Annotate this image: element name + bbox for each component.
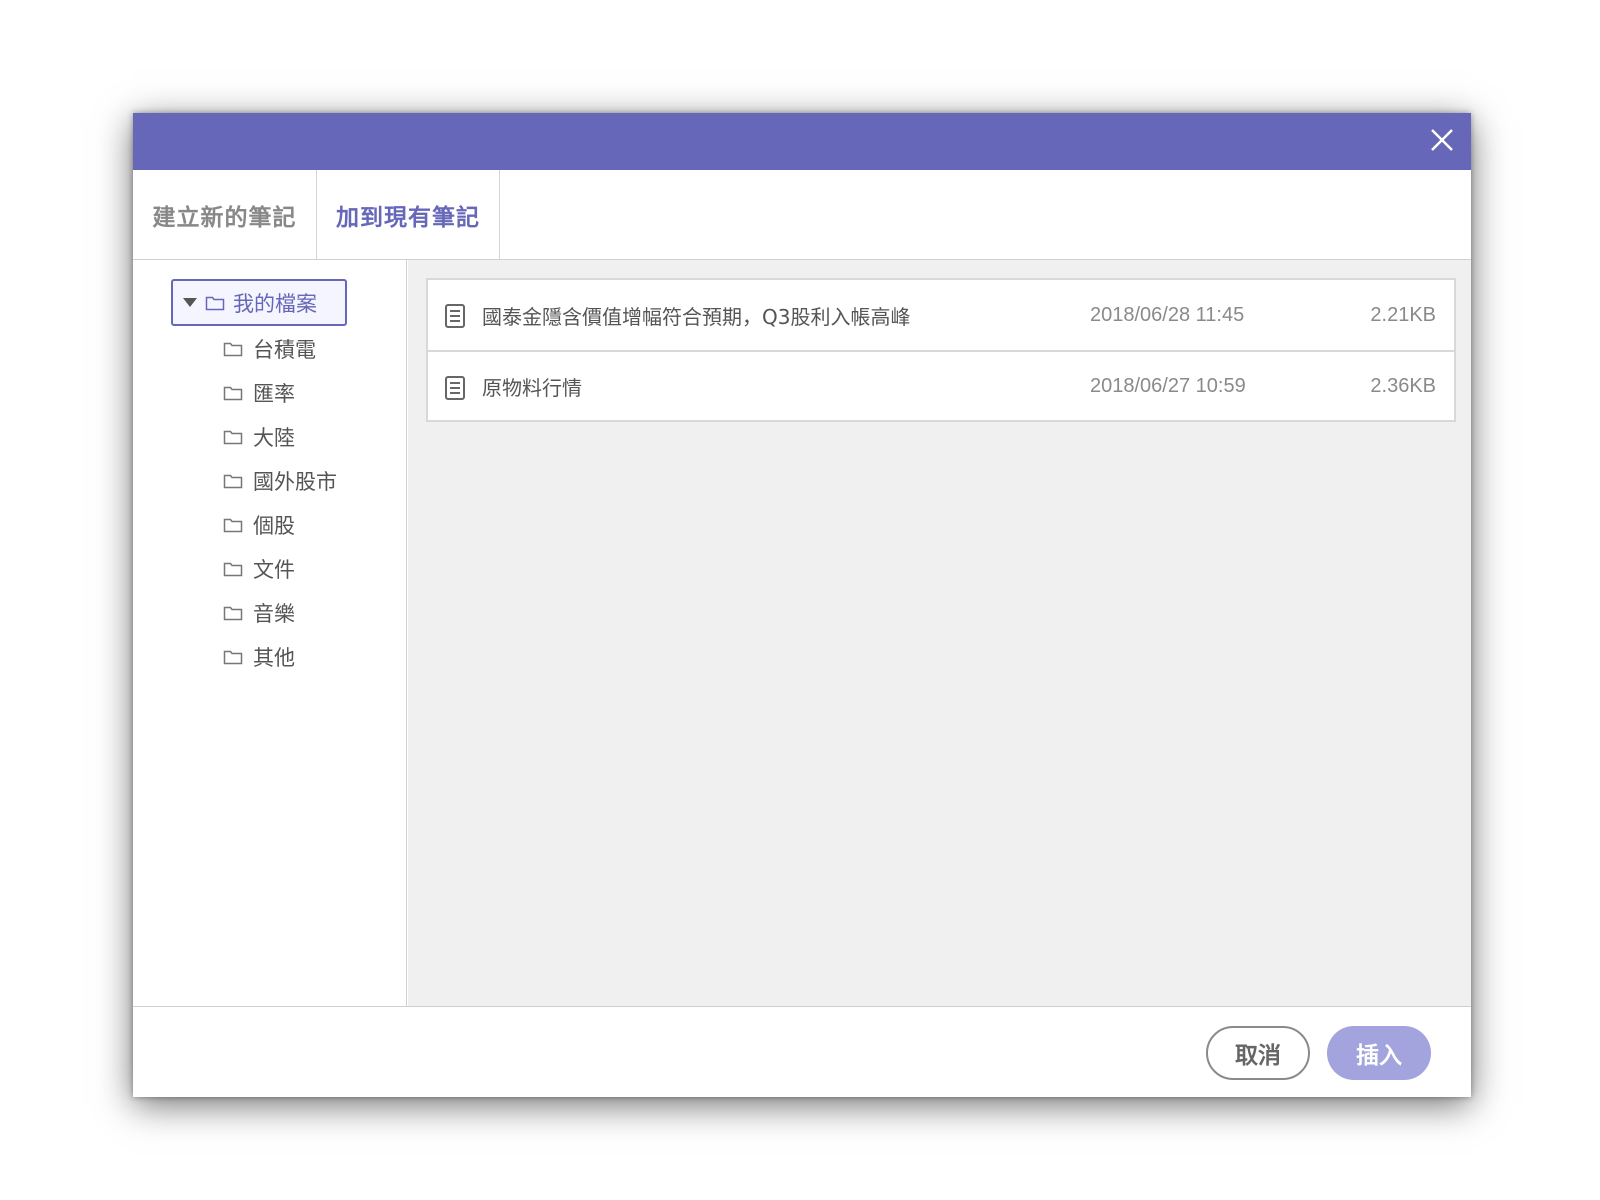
note-size: 2.36KB	[1370, 374, 1436, 397]
dialog-title-bar	[133, 113, 1471, 170]
folder-label: 國外股市	[253, 470, 337, 494]
tree-folder-tsmc[interactable]: 台積電	[223, 332, 316, 366]
folder-label: 文件	[253, 558, 295, 582]
close-icon[interactable]	[1425, 123, 1459, 157]
document-icon	[444, 303, 466, 333]
folder-icon	[223, 430, 243, 445]
tree-folder-documents[interactable]: 文件	[223, 552, 295, 586]
insert-button[interactable]: 插入	[1327, 1026, 1431, 1080]
cancel-button[interactable]: 取消	[1206, 1026, 1310, 1080]
tree-folder-other[interactable]: 其他	[223, 640, 295, 674]
folder-label: 其他	[253, 646, 295, 670]
folder-icon	[223, 562, 243, 577]
tree-folder-exchange-rate[interactable]: 匯率	[223, 376, 295, 410]
tree-folder-mainland[interactable]: 大陸	[223, 420, 295, 454]
folder-label: 大陸	[253, 426, 295, 450]
dialog-footer: 取消 插入	[133, 1006, 1471, 1097]
tab-bar: 建立新的筆記 加到現有筆記	[133, 170, 1471, 260]
folder-icon	[223, 342, 243, 357]
folder-icon	[205, 296, 225, 310]
folder-label: 音樂	[253, 602, 295, 626]
note-row[interactable]: 國泰金隱含價值增幅符合預期，Q3股利入帳高峰 2018/06/28 11:45 …	[428, 280, 1454, 350]
tab-add-to-existing-note[interactable]: 加到現有筆記	[317, 170, 500, 260]
tree-folder-individual-stocks[interactable]: 個股	[223, 508, 295, 542]
note-date: 2018/06/28 11:45	[1090, 303, 1245, 326]
note-list: 國泰金隱含價值增幅符合預期，Q3股利入帳高峰 2018/06/28 11:45 …	[426, 278, 1456, 422]
note-title: 原物料行情	[482, 375, 582, 400]
add-to-note-dialog: 建立新的筆記 加到現有筆記 我的檔案 台積電 匯率 大陸 國外股市 個股 文件 …	[133, 113, 1471, 1097]
tree-folder-music[interactable]: 音樂	[223, 596, 295, 630]
tab-create-new-note[interactable]: 建立新的筆記	[133, 170, 317, 260]
folder-tree: 我的檔案 台積電 匯率 大陸 國外股市 個股 文件 音樂 其他	[133, 260, 407, 1006]
note-date: 2018/06/27 10:59	[1090, 374, 1246, 397]
folder-label: 台積電	[253, 338, 316, 362]
folder-icon	[223, 474, 243, 489]
tree-root-my-files[interactable]: 我的檔案	[171, 279, 347, 326]
note-size: 2.21KB	[1370, 303, 1436, 326]
note-title: 國泰金隱含價值增幅符合預期，Q3股利入帳高峰	[482, 304, 911, 329]
document-icon	[444, 375, 466, 405]
folder-icon	[223, 650, 243, 665]
folder-icon	[223, 606, 243, 621]
note-row[interactable]: 原物料行情 2018/06/27 10:59 2.36KB	[428, 350, 1454, 420]
folder-label: 匯率	[253, 382, 295, 406]
tree-root-label: 我的檔案	[233, 291, 317, 316]
folder-label: 個股	[253, 514, 295, 538]
folder-icon	[223, 386, 243, 401]
caret-down-icon[interactable]	[183, 298, 197, 307]
tree-folder-foreign-stocks[interactable]: 國外股市	[223, 464, 337, 498]
note-list-panel: 國泰金隱含價值增幅符合預期，Q3股利入帳高峰 2018/06/28 11:45 …	[408, 260, 1471, 1006]
folder-icon	[223, 518, 243, 533]
